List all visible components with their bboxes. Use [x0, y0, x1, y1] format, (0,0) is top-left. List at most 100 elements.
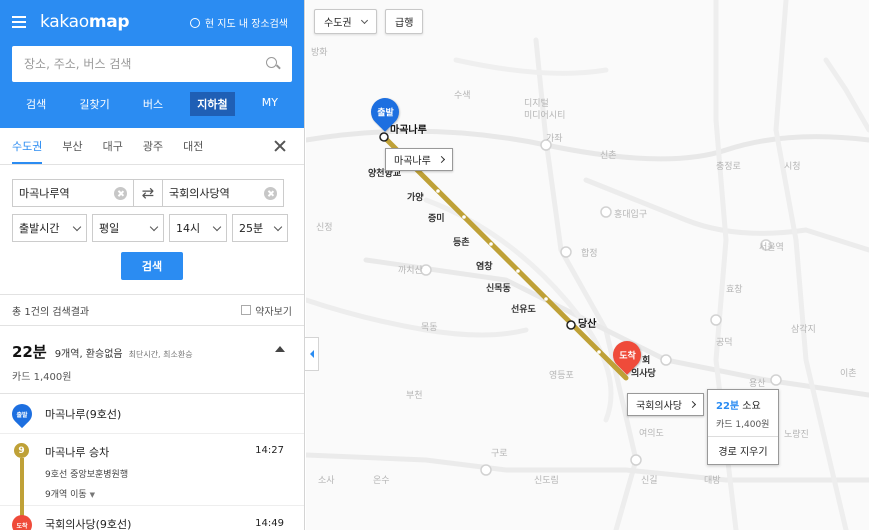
- nearby-search-toggle[interactable]: 현 지도 내 장소검색: [189, 15, 288, 30]
- result-bar: 총 1건의 검색결과 약자보기: [0, 294, 304, 326]
- map-label: 신도림: [534, 476, 559, 486]
- search-icon[interactable]: [266, 57, 280, 71]
- station-label[interactable]: 마곡나루: [390, 121, 427, 136]
- step-board: 9 마곡나루 승차 14:27 9호선 중앙보훈병원행 9개역 이동 ▼: [0, 434, 304, 516]
- origin-destination-row: 마곡나루역 ⇄ 국회의사당역: [12, 179, 292, 207]
- tab-search[interactable]: 검색: [20, 92, 52, 116]
- route-tags: 최단시간, 최소환승: [128, 350, 193, 359]
- expand-stations[interactable]: 9개역 이동 ▼: [45, 487, 304, 500]
- board-line: 9호선 중앙보훈병원행: [45, 470, 129, 480]
- map-label: 신정: [316, 223, 333, 233]
- map-label: 합정: [581, 249, 598, 259]
- radio-icon: [189, 17, 200, 28]
- map-label: 신길: [641, 476, 658, 486]
- map-label: 시청: [784, 162, 801, 172]
- station-label[interactable]: 등촌: [453, 235, 470, 248]
- abbreviation-toggle[interactable]: 약자보기: [241, 303, 292, 318]
- day-type-select[interactable]: 평일: [92, 214, 164, 242]
- popup-time: 22분: [716, 401, 740, 412]
- region-tab-capital[interactable]: 수도권: [12, 128, 43, 164]
- swap-icon[interactable]: ⇄: [134, 179, 162, 207]
- close-icon[interactable]: [274, 140, 286, 152]
- origin-value: 마곡나루역: [19, 187, 70, 200]
- region-tab-daejeon[interactable]: 대전: [183, 128, 203, 164]
- map-label: 부천: [406, 391, 423, 401]
- route-panel: kakaomap 현 지도 내 장소검색 검색 길찾기 버스 지하철 MY 수도…: [0, 0, 305, 530]
- clear-origin-icon[interactable]: [114, 186, 127, 200]
- map-label: 용산: [749, 379, 766, 389]
- tab-subway[interactable]: 지하철: [190, 92, 235, 116]
- route-fare: 카드 1,400원: [12, 372, 72, 383]
- result-count: 총 1건의 검색결과: [12, 306, 90, 318]
- chevron-right-icon: [688, 400, 697, 409]
- route-summary[interactable]: 22분 9개역, 환승없음 최단시간, 최소환승 카드 1,400원: [0, 326, 304, 394]
- map-label: 대방: [704, 476, 721, 486]
- popup-fare: 카드 1,400원: [716, 420, 770, 430]
- destination-value: 국회의사당역: [169, 187, 230, 200]
- step-end: 도착 국회의사당(9호선) 14:49: [0, 506, 304, 530]
- tab-bus[interactable]: 버스: [137, 92, 169, 116]
- search-box: [12, 46, 292, 82]
- clear-route-button[interactable]: 경로 지우기: [708, 436, 778, 464]
- end-callout[interactable]: 국회의사당: [627, 393, 704, 416]
- chevron-down-icon: [72, 222, 82, 231]
- map-label: 구로: [491, 449, 508, 459]
- options-row: 출발시간 평일 14시 25분: [12, 214, 292, 242]
- collapse-icon[interactable]: [275, 346, 285, 352]
- region-select[interactable]: 수도권: [314, 9, 377, 34]
- time-type-select[interactable]: 출발시간: [12, 214, 87, 242]
- start-station: 마곡나루(9호선): [45, 407, 122, 421]
- origin-field[interactable]: 마곡나루역: [12, 179, 134, 207]
- search-button[interactable]: 검색: [121, 252, 183, 280]
- map-label: 목동: [421, 323, 438, 333]
- minute-select[interactable]: 25분: [232, 214, 288, 242]
- route-info: 9개역, 환승없음: [54, 349, 123, 360]
- tab-directions[interactable]: 길찾기: [73, 92, 115, 116]
- station-label[interactable]: 신목동: [486, 281, 511, 294]
- subway-map[interactable]: 방화 수색 디지털 미디어시티 가좌 신촌 홍대입구 합정 서울역 공덕 효창 …: [306, 0, 869, 530]
- station-label[interactable]: 가양: [407, 190, 424, 203]
- map-lines: [306, 0, 869, 530]
- menu-icon[interactable]: [12, 16, 26, 28]
- map-label: 영등포: [549, 371, 574, 381]
- station-label[interactable]: 회: [642, 353, 650, 366]
- map-label: 이촌: [840, 369, 857, 379]
- station-label[interactable]: 염창: [476, 259, 493, 272]
- map-label: 공덕: [716, 338, 733, 348]
- chevron-down-icon: [273, 222, 283, 231]
- start-callout[interactable]: 마곡나루: [385, 148, 453, 171]
- destination-field[interactable]: 국회의사당역: [162, 179, 284, 207]
- clear-destination-icon[interactable]: [264, 186, 277, 200]
- station-label[interactable]: 의사당: [631, 366, 656, 379]
- app-logo[interactable]: kakaomap: [40, 12, 130, 32]
- map-label: 방화: [311, 48, 328, 58]
- region-tab-busan[interactable]: 부산: [62, 128, 82, 164]
- total-time: 22분: [12, 343, 47, 361]
- panel-collapse-button[interactable]: [305, 337, 319, 371]
- map-label: 미디어시티: [524, 111, 566, 121]
- map-label: 소사: [318, 476, 335, 486]
- tab-my[interactable]: MY: [256, 92, 284, 116]
- station-label[interactable]: 선유도: [511, 302, 536, 315]
- station-label[interactable]: 증미: [428, 211, 445, 224]
- route-summary-popup: 22분 소요 카드 1,400원 경로 지우기: [707, 389, 779, 465]
- caret-down-icon: ▼: [89, 491, 95, 499]
- search-input[interactable]: [24, 57, 244, 71]
- region-tab-daegu[interactable]: 대구: [103, 128, 123, 164]
- map-label: 수색: [454, 91, 471, 101]
- station-label[interactable]: 당산: [578, 315, 596, 330]
- region-tab-gwangju[interactable]: 광주: [143, 128, 163, 164]
- line-9-icon: 9: [14, 443, 29, 458]
- end-pin-icon: 도착: [7, 510, 37, 530]
- start-pin-icon: 출발: [7, 399, 37, 428]
- end-time: 14:49: [255, 518, 284, 529]
- top-bar: kakaomap 현 지도 내 장소검색 검색 길찾기 버스 지하철 MY: [0, 0, 304, 128]
- board-time: 14:27: [255, 445, 284, 456]
- chevron-down-icon: [149, 222, 159, 231]
- hour-select[interactable]: 14시: [169, 214, 227, 242]
- map-label: 충정로: [716, 162, 741, 172]
- map-label: 온수: [373, 476, 390, 486]
- map-label: 가좌: [546, 134, 563, 144]
- express-button[interactable]: 급행: [385, 9, 424, 34]
- map-label: 서울역: [759, 243, 784, 253]
